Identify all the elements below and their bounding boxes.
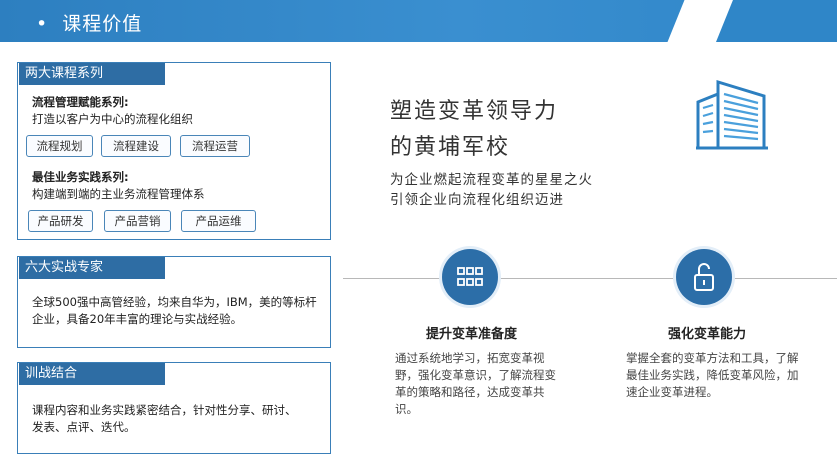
tag-product-ops: 产品运维 [181,210,256,232]
tag-process-planning: 流程规划 [26,135,93,157]
headline-line1: 塑造变革领导力 [390,99,559,124]
card-tab-label: 两大课程系列 [19,63,165,85]
tag-process-building: 流程建设 [101,135,171,157]
feature-title: 强化变革能力 [668,327,747,342]
experts-card: 六大实战专家 全球500强中高管经验，均来自华为，IBM，美的等标杆企业，具备2… [17,256,331,348]
headline-sub2: 引领企业向流程化组织迈进 [390,192,564,208]
tag-process-operation: 流程运营 [180,135,250,157]
header-stripe-right [716,0,837,42]
headline-sub1: 为企业燃起流程变革的星星之火 [390,172,593,188]
card-tab-label: 训战结合 [19,363,165,385]
page-title: • 课程价值 [36,9,142,36]
card-text: 课程内容和业务实践紧密结合，针对性分享、研讨、发表、点评、迭代。 [32,403,297,434]
feature-circle [676,249,732,305]
building-icon [696,79,768,150]
card-tab-label: 六大实战专家 [19,257,165,279]
headline-line2: 的黄埔军校 [390,135,511,160]
page-title-text: 课程价值 [62,13,143,35]
card-text: 全球500强中高管经验，均来自华为，IBM，美的等标杆企业，具备20年丰富的理论… [32,295,317,326]
grid-icon [457,267,483,286]
unlock-icon [694,263,714,291]
title-bullet: • [36,13,49,35]
feature-circle [442,249,498,305]
header-banner: • 课程价值 [0,0,837,42]
course-series-card: 两大课程系列 流程管理赋能系列: 打造以客户为中心的流程化组织 流程规划 流程建… [17,62,331,240]
feature-text: 掌握全套的变革方法和工具，了解最佳业务实践，降低变革风险，加速企业变革进程。 [626,351,799,399]
series-desc: 构建端到端的主业务流程管理体系 [32,187,205,201]
connector-line [343,278,837,279]
series-title: 最佳业务实践系列: [32,170,129,184]
series-desc: 打造以客户为中心的流程化组织 [32,112,193,126]
feature-title: 提升变革准备度 [426,327,518,342]
tag-product-rd: 产品研发 [28,210,93,232]
tag-product-marketing: 产品营销 [104,210,171,232]
series-title: 流程管理赋能系列: [32,95,129,109]
training-card: 训战结合 课程内容和业务实践紧密结合，针对性分享、研讨、发表、点评、迭代。 [17,362,331,454]
feature-text: 通过系统地学习，拓宽变革视野，强化变革意识，了解流程变革的策略和路径，达成变革共… [395,351,556,416]
